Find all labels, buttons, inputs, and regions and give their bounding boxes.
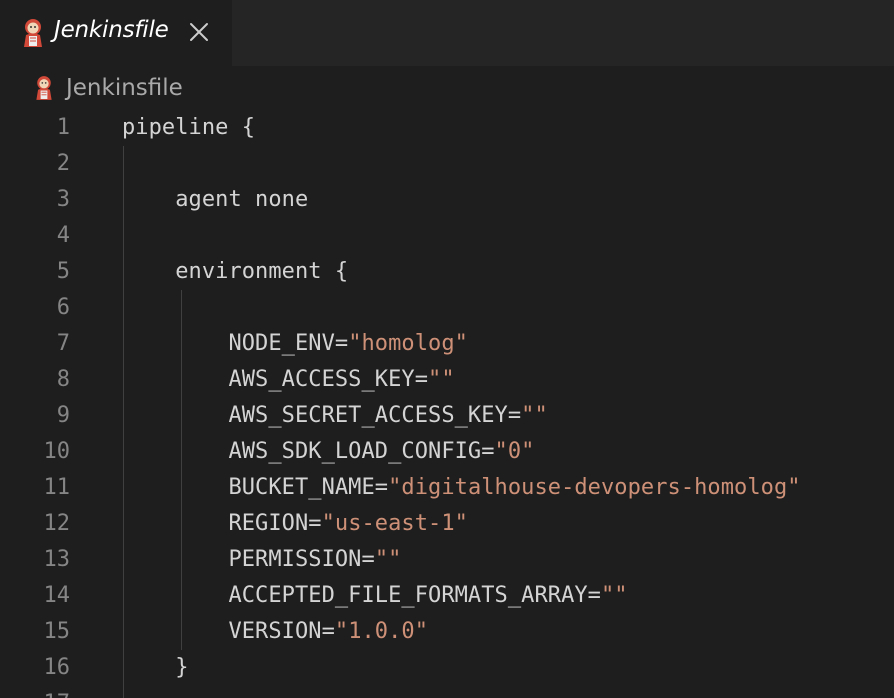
code-line[interactable]: 17 bbox=[0, 686, 894, 698]
line-number: 6 bbox=[56, 295, 70, 320]
tab-bar: Jenkinsfile bbox=[0, 0, 894, 66]
line-number: 15 bbox=[43, 619, 71, 644]
code-token: AWS_SECRET_ACCESS_KEY= bbox=[122, 403, 522, 428]
line-number: 10 bbox=[43, 439, 71, 464]
code-token: VERSION= bbox=[122, 619, 335, 644]
code-line[interactable]: 2 bbox=[0, 146, 894, 182]
string-literal: "digitalhouse-devopers-homolog" bbox=[388, 475, 801, 500]
code-text: ACCEPTED_FILE_FORMATS_ARRAY="" bbox=[122, 578, 628, 614]
code-text: pipeline { bbox=[122, 110, 255, 146]
breadcrumb: Jenkinsfile bbox=[0, 66, 894, 112]
code-text: BUCKET_NAME="digitalhouse-devopers-homol… bbox=[122, 470, 801, 506]
line-number: 12 bbox=[43, 511, 71, 536]
tab-label: Jenkinsfile bbox=[54, 17, 169, 43]
code-token: AWS_SDK_LOAD_CONFIG= bbox=[122, 439, 495, 464]
code-line[interactable]: 14 ACCEPTED_FILE_FORMATS_ARRAY="" bbox=[0, 578, 894, 614]
code-line[interactable]: 5 environment { bbox=[0, 254, 894, 290]
code-line[interactable]: 9 AWS_SECRET_ACCESS_KEY="" bbox=[0, 398, 894, 434]
code-text: NODE_ENV="homolog" bbox=[122, 326, 468, 362]
line-number: 5 bbox=[56, 259, 70, 284]
jenkins-icon bbox=[20, 18, 46, 48]
string-literal: "" bbox=[428, 367, 455, 392]
code-token: agent none bbox=[122, 187, 309, 212]
code-text: REGION="us-east-1" bbox=[122, 506, 468, 542]
code-token: environment { bbox=[122, 259, 349, 284]
line-number: 2 bbox=[56, 151, 70, 176]
string-literal: "" bbox=[374, 547, 402, 572]
code-line[interactable]: 3 agent none bbox=[0, 182, 894, 218]
line-number: 13 bbox=[43, 547, 71, 572]
code-token: } bbox=[122, 655, 189, 680]
code-token: REGION= bbox=[122, 511, 322, 536]
code-text: agent none bbox=[122, 182, 308, 218]
line-number: 3 bbox=[56, 187, 70, 212]
jenkins-icon bbox=[33, 74, 55, 102]
code-token: ACCEPTED_FILE_FORMATS_ARRAY= bbox=[122, 583, 601, 608]
line-number: 14 bbox=[43, 583, 71, 608]
code-line[interactable]: 11 BUCKET_NAME="digitalhouse-devopers-ho… bbox=[0, 470, 894, 506]
code-line[interactable]: 13 PERMISSION="" bbox=[0, 542, 894, 578]
code-line[interactable]: 8 AWS_ACCESS_KEY="" bbox=[0, 362, 894, 398]
line-number: 4 bbox=[56, 223, 70, 248]
code-text: PERMISSION="" bbox=[122, 542, 401, 578]
line-number: 1 bbox=[56, 115, 70, 140]
code-text: AWS_SDK_LOAD_CONFIG="0" bbox=[122, 434, 534, 470]
code-line[interactable]: 1 pipeline { bbox=[0, 110, 894, 146]
code-text: AWS_SECRET_ACCESS_KEY="" bbox=[122, 398, 548, 434]
code-token: NODE_ENV= bbox=[122, 331, 349, 356]
code-editor: Jenkinsfile Jenkinsfile 1 pipeline {2 3… bbox=[0, 0, 894, 698]
string-literal: "" bbox=[600, 583, 628, 608]
code-text: VERSION="1.0.0" bbox=[122, 614, 428, 650]
code-line[interactable]: 15 VERSION="1.0.0" bbox=[0, 614, 894, 650]
code-text: AWS_ACCESS_KEY="" bbox=[122, 362, 455, 398]
string-literal: "us-east-1" bbox=[321, 511, 468, 536]
code-line[interactable]: 7 NODE_ENV="homolog" bbox=[0, 326, 894, 362]
code-line[interactable]: 4 bbox=[0, 218, 894, 254]
line-number: 11 bbox=[43, 475, 71, 500]
line-number: 16 bbox=[43, 655, 71, 680]
string-literal: "1.0.0" bbox=[334, 619, 429, 644]
line-number: 7 bbox=[56, 331, 70, 356]
line-number: 8 bbox=[56, 367, 70, 392]
string-literal: "" bbox=[521, 403, 548, 428]
code-line[interactable]: 12 REGION="us-east-1" bbox=[0, 506, 894, 542]
close-icon[interactable] bbox=[186, 19, 212, 45]
code-token: BUCKET_NAME= bbox=[122, 475, 389, 500]
breadcrumb-file-label[interactable]: Jenkinsfile bbox=[66, 75, 183, 101]
code-token: pipeline { bbox=[122, 115, 256, 140]
code-line[interactable]: 10 AWS_SDK_LOAD_CONFIG="0" bbox=[0, 434, 894, 470]
tab-jenkinsfile[interactable]: Jenkinsfile bbox=[0, 0, 232, 66]
code-line[interactable]: 6 bbox=[0, 290, 894, 326]
code-line[interactable]: 16 } bbox=[0, 650, 894, 686]
string-literal: "homolog" bbox=[348, 331, 468, 356]
code-text: environment { bbox=[122, 254, 348, 290]
code-token: PERMISSION= bbox=[122, 547, 375, 572]
code-token: AWS_ACCESS_KEY= bbox=[122, 367, 429, 392]
code-text: } bbox=[122, 650, 189, 686]
line-number: 17 bbox=[0, 686, 71, 698]
line-number: 9 bbox=[56, 403, 70, 428]
string-literal: "0" bbox=[494, 439, 535, 464]
